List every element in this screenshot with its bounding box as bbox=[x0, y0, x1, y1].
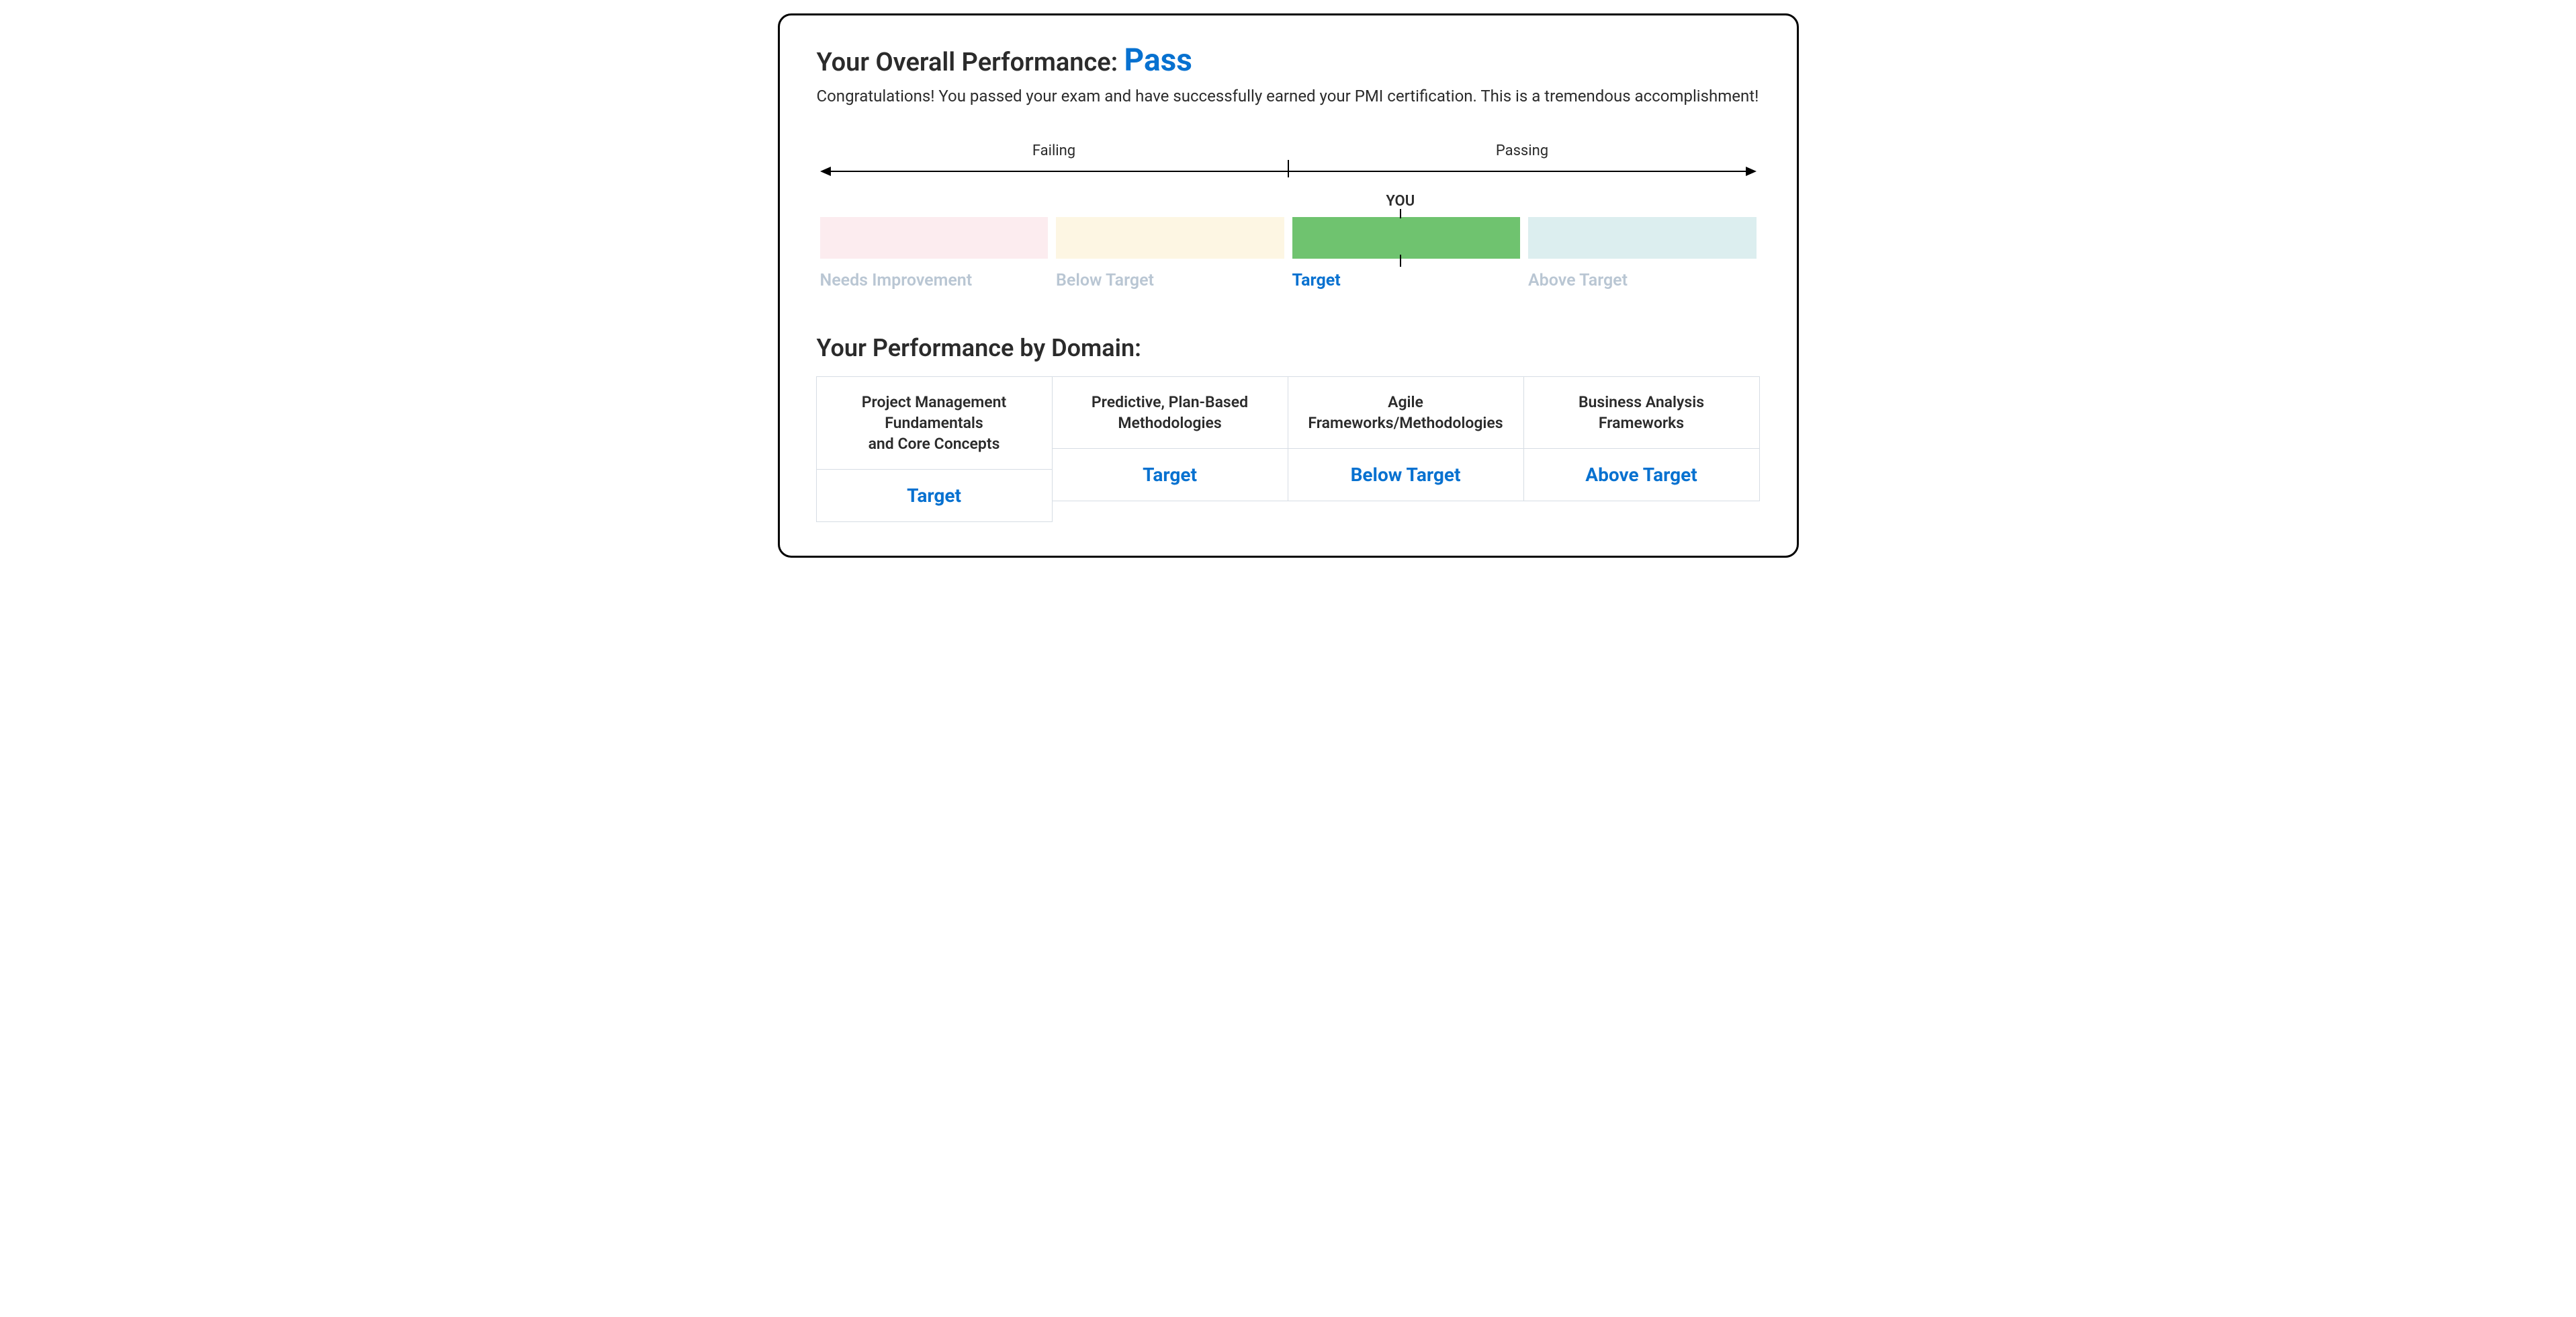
domain-score-0: Target bbox=[816, 469, 1053, 522]
domain-column-3: Business Analysis FrameworksAbove Target bbox=[1524, 377, 1760, 522]
domain-column-0: Project Management Fundamentals and Core… bbox=[817, 377, 1053, 522]
scale-passing-label: Passing bbox=[1288, 142, 1757, 159]
overall-result: Pass bbox=[1124, 42, 1192, 79]
level-label-2: Target bbox=[1292, 271, 1521, 290]
domain-score-1: Target bbox=[1052, 448, 1288, 501]
title-prefix: Your Overall Performance: bbox=[817, 48, 1124, 77]
domain-section-title: Your Performance by Domain: bbox=[817, 334, 1760, 362]
domain-score-2: Below Target bbox=[1288, 448, 1524, 501]
scale-center-tick bbox=[1288, 160, 1289, 177]
scale-bar-1 bbox=[1056, 217, 1284, 259]
level-label-3: Above Target bbox=[1528, 271, 1757, 290]
you-tick-top bbox=[1400, 209, 1401, 218]
domain-column-1: Predictive, Plan-Based MethodologiesTarg… bbox=[1053, 377, 1288, 522]
domain-name-1: Predictive, Plan-Based Methodologies bbox=[1052, 376, 1288, 449]
domain-name-2: Agile Frameworks/Methodologies bbox=[1288, 376, 1524, 449]
scale-region-labels: Failing Passing bbox=[820, 142, 1757, 159]
congrats-message: Congratulations! You passed your exam an… bbox=[817, 87, 1760, 105]
scale-axis bbox=[820, 163, 1757, 179]
domain-name-3: Business Analysis Frameworks bbox=[1523, 376, 1760, 449]
you-label: YOU bbox=[1386, 193, 1415, 210]
you-tick-bottom bbox=[1400, 255, 1401, 267]
scale-failing-label: Failing bbox=[820, 142, 1288, 159]
level-label-0: Needs Improvement bbox=[820, 271, 1049, 290]
scale-bar-0 bbox=[820, 217, 1049, 259]
scale-bar-2 bbox=[1292, 217, 1521, 259]
domain-performance-table: Project Management Fundamentals and Core… bbox=[817, 377, 1760, 522]
overall-performance-title: Your Overall Performance: Pass bbox=[817, 42, 1760, 79]
you-marker-row: YOU bbox=[820, 193, 1757, 213]
performance-report-card: Your Overall Performance: Pass Congratul… bbox=[778, 13, 1799, 558]
scale-bars bbox=[820, 217, 1757, 259]
domain-score-3: Above Target bbox=[1523, 448, 1760, 501]
scale-bar-3 bbox=[1528, 217, 1757, 259]
performance-scale: Failing Passing YOU Needs Improvement Bel… bbox=[820, 142, 1757, 290]
level-label-1: Below Target bbox=[1056, 271, 1284, 290]
scale-level-labels: Needs Improvement Below Target Target Above… bbox=[820, 271, 1757, 290]
domain-column-2: Agile Frameworks/MethodologiesBelow Targ… bbox=[1288, 377, 1524, 522]
domain-name-0: Project Management Fundamentals and Core… bbox=[816, 376, 1053, 470]
